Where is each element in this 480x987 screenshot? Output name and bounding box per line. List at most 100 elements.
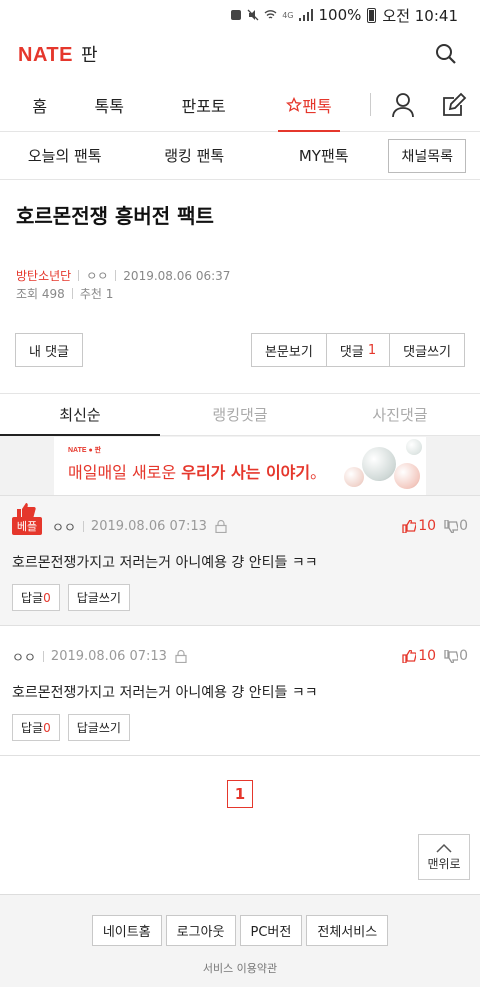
battery-percent: 100% [318, 6, 362, 24]
thumbs-down-icon [444, 519, 459, 533]
search-icon [436, 44, 456, 64]
pearl-decoration [394, 462, 420, 489]
meta-divider [42, 650, 44, 662]
comment-meta: 베플 ㅇㅇ 2019.08.06 07:13 [12, 503, 468, 536]
post-meta: 방탄소년단 ㅇㅇ 2019.08.06 06:37 조회 498 추천 1 [16, 267, 464, 303]
downvote-count: 0 [459, 518, 468, 534]
thumbs-up-icon [17, 503, 36, 518]
mute-icon [247, 9, 259, 21]
reply-count: 0 [43, 590, 51, 605]
nate-logo: NATE [18, 44, 73, 66]
view-body-button[interactable]: 본문보기 [250, 333, 327, 367]
tab-toktok[interactable]: 톡톡 [70, 78, 149, 131]
profile-button[interactable] [377, 78, 429, 131]
comment-nickname: ㅇㅇ [52, 520, 76, 536]
upvote-button[interactable]: 10 [402, 648, 436, 664]
upvote-button[interactable]: 10 [402, 518, 436, 534]
comments-button[interactable]: 댓글 1 [326, 333, 391, 367]
pearl-decoration [344, 466, 364, 487]
pagination: 1 [0, 780, 480, 808]
nav-divider [369, 93, 371, 116]
post-nickname: ㅇㅇ [86, 269, 109, 283]
search-button[interactable] [430, 38, 462, 70]
tab-fantalk-label: 팬톡 [302, 96, 332, 116]
write-reply-button[interactable]: 답글쓰기 [67, 584, 130, 611]
reply-label: 답글 [21, 591, 44, 605]
notification-icon [231, 10, 242, 20]
best-label: 베플 [16, 520, 38, 533]
comments-label: 댓글 [339, 344, 364, 360]
sub-nav: 오늘의 팬톡 랭킹 팬톡 MY팬톡 채널목록 [0, 132, 480, 180]
subnav-my-fantalk[interactable]: MY팬톡 [259, 145, 388, 166]
wifi-icon [264, 10, 277, 19]
ad-area: NATE ● 판 매일매일 새로운 우리가 사는 이야기。 [0, 436, 480, 496]
tab-photo-comments[interactable]: 사진댓글 [320, 394, 480, 435]
section-name: 판 [80, 45, 98, 66]
post-recommends: 추천 1 [79, 287, 114, 301]
thumbs-up-icon [402, 649, 417, 663]
subnav-ranking-fantalk[interactable]: 랭킹 팬톡 [129, 145, 258, 166]
status-bar: 4G 100% 오전 10:41 [0, 0, 480, 30]
reply-count: 0 [43, 720, 51, 735]
battery-icon [367, 7, 377, 23]
tab-fantalk[interactable]: 팬톡 [278, 78, 340, 132]
tab-panphoto[interactable]: 판포토 [149, 78, 258, 131]
tab-ranking-comments[interactable]: 랭킹댓글 [160, 394, 320, 435]
user-icon [391, 92, 414, 117]
logo[interactable]: NATE 판 [18, 41, 98, 67]
comment-votes: 10 0 [402, 648, 468, 664]
comment-sort-tabs: 최신순 랭킹댓글 사진댓글 [0, 393, 480, 436]
back-to-top-button[interactable]: 맨위로 [418, 834, 470, 880]
comments-count: 1 [367, 342, 377, 358]
status-icons: 4G [230, 9, 313, 21]
lock-icon [215, 519, 227, 533]
thumbs-up-icon [402, 519, 417, 533]
downvote-count: 0 [459, 648, 468, 664]
reply-button[interactable]: 답글 0 [12, 714, 60, 741]
clock: 오전 10:41 [382, 6, 458, 25]
reply-button[interactable]: 답글 0 [12, 584, 60, 611]
downvote-button[interactable]: 0 [444, 648, 468, 664]
main-nav: 홈 톡톡 판포토 팬톡 [0, 78, 480, 132]
my-comments-button[interactable]: 내 댓글 [15, 333, 84, 367]
upvote-count: 10 [418, 648, 437, 664]
comment-meta: ㅇㅇ 2019.08.06 07:13 [12, 646, 468, 666]
channel-list-button[interactable]: 채널목록 [388, 138, 466, 173]
post-views: 조회 498 [16, 287, 65, 301]
terms-link[interactable]: 서비스 이용약관 [0, 960, 480, 976]
network-label: 4G [282, 10, 294, 20]
downvote-button[interactable]: 0 [444, 518, 468, 534]
write-reply-button[interactable]: 답글쓰기 [67, 714, 130, 741]
post-channel[interactable]: 방탄소년단 [16, 269, 71, 283]
reply-label: 답글 [21, 721, 44, 735]
ad-banner[interactable]: NATE ● 판 매일매일 새로운 우리가 사는 이야기。 [54, 436, 426, 495]
page-current[interactable]: 1 [227, 780, 253, 808]
comment-nickname: ㅇㅇ [12, 650, 36, 666]
star-icon [286, 96, 303, 112]
tab-latest[interactable]: 최신순 [0, 394, 160, 436]
meta-divider [82, 520, 84, 532]
all-services-button[interactable]: 전체서비스 [306, 915, 389, 946]
write-button[interactable] [428, 78, 480, 131]
subnav-today-fantalk[interactable]: 오늘의 팬톡 [0, 145, 129, 166]
comment-buttons: 답글 0 답글쓰기 [12, 584, 468, 611]
comment-buttons: 답글 0 답글쓰기 [12, 714, 468, 741]
tab-home[interactable]: 홈 [10, 78, 70, 131]
nate-home-button[interactable]: 네이트홈 [91, 915, 162, 946]
write-comment-button[interactable]: 댓글쓰기 [390, 333, 465, 367]
comment-actions: 본문보기 댓글 1 댓글쓰기 [250, 333, 465, 367]
meta-divider [115, 270, 117, 281]
thumbs-down-icon [444, 649, 459, 663]
pearl-decoration [406, 438, 422, 455]
post-date: 2019.08.06 06:37 [123, 269, 231, 283]
best-badge: 베플 [12, 503, 42, 535]
ad-logo: NATE ● 판 [68, 446, 102, 454]
footer: 네이트홈 로그아웃 PC버전 전체서비스 서비스 이용약관 [0, 894, 480, 987]
ad-text-suffix: 。 [310, 462, 327, 482]
comment-date: 2019.08.06 07:13 [90, 518, 207, 534]
post-title: 호르몬전쟁 흥버전 팩트 [16, 204, 214, 228]
meta-divider [78, 270, 80, 281]
comment-body: 호르몬전쟁가지고 저러는거 아니예용 걍 안티들 ㅋㅋ [12, 555, 318, 571]
pc-version-button[interactable]: PC버전 [239, 915, 303, 946]
logout-button[interactable]: 로그아웃 [165, 915, 236, 946]
